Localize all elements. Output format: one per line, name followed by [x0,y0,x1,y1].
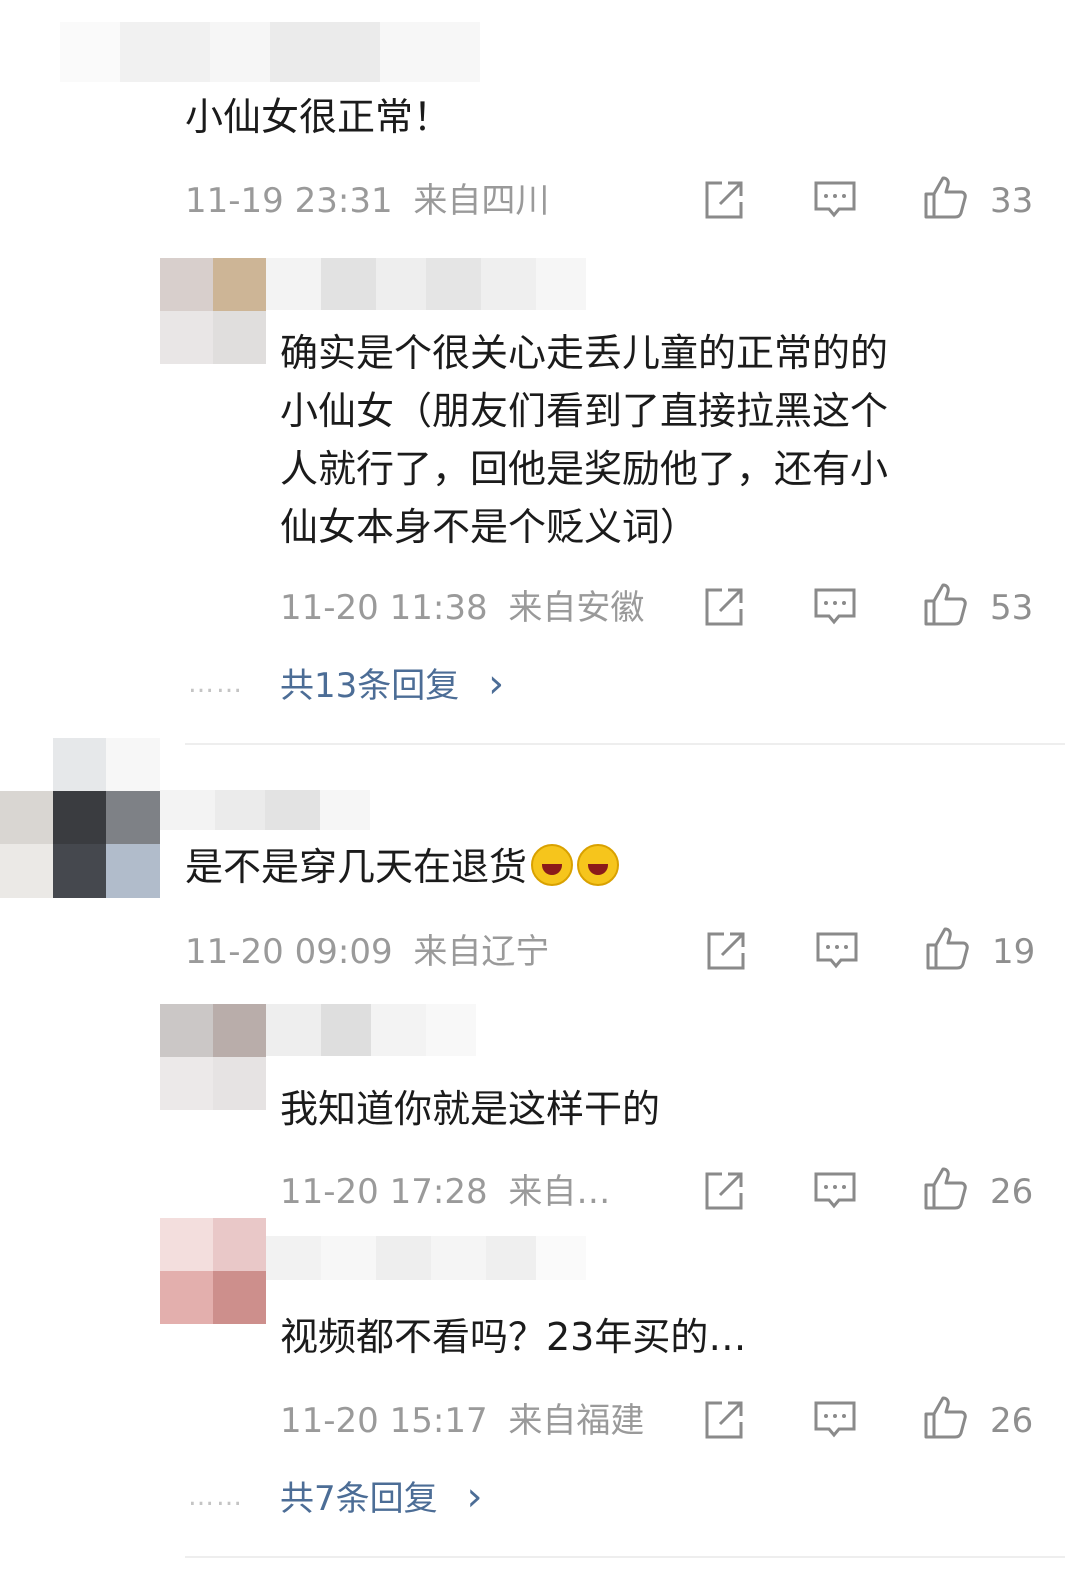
reply-text: 我知道你就是这样干的 [280,1087,661,1131]
like-icon[interactable] [922,175,968,221]
reply-location: 来自福建 [508,1401,645,1441]
more-dots: …… [188,1482,244,1512]
like-count: 19 [992,932,1036,972]
like-count: 53 [990,588,1034,628]
chevron-right-icon: › [466,1474,483,1520]
like-count: 33 [990,181,1034,221]
reply-text-line: 人就行了，回他是奖励他了，还有小 [280,447,889,491]
more-replies-link[interactable]: 共13条回复 › [280,664,504,706]
username-blurred [160,790,370,830]
avatar [160,1004,266,1110]
comment-meta: 11-20 09:09 来自辽宁 [185,932,549,972]
avatar [0,738,160,898]
share-icon[interactable] [700,584,746,630]
comment-date: 11-20 09:09 [185,932,393,972]
more-replies-label: 共7条回复 [280,1479,438,1519]
reply-meta: 11-20 15:17 来自福建 [280,1401,644,1441]
reply-meta: 11-20 11:38 来自安徽 [280,588,644,628]
like-count: 26 [990,1401,1034,1441]
like-icon[interactable] [924,926,970,972]
like-count: 26 [990,1172,1034,1212]
divider [185,743,1065,745]
comment-icon[interactable] [812,584,858,630]
reply-location: 来自安徽 [508,588,645,628]
reply-date: 11-20 15:17 [280,1401,488,1441]
comment-text: 是不是穿几天在退货 [185,838,620,896]
comment-text-body: 是不是穿几天在退货 [185,845,528,889]
comment-location: 来自四川 [413,181,550,221]
avatar [160,258,266,364]
share-icon[interactable] [700,177,746,223]
laughing-emoji-icon [577,844,620,886]
like-icon[interactable] [922,1395,968,1441]
divider [185,1556,1065,1558]
share-icon[interactable] [700,1168,746,1214]
reply-date: 11-20 11:38 [280,588,488,628]
reply-text-line: 仙女本身不是个贬义词） [280,505,699,549]
comment-date: 11-19 23:31 [185,181,393,221]
comment-location: 来自辽宁 [413,932,550,972]
comment-icon[interactable] [814,928,860,974]
username-blurred [60,22,480,82]
share-icon[interactable] [700,1397,746,1443]
chevron-right-icon: › [488,661,505,707]
comment-icon[interactable] [812,1397,858,1443]
reply-meta: 11-20 17:28 来自… [280,1172,610,1212]
username-blurred [266,258,586,310]
reply-text-line: 小仙女（朋友们看到了直接拉黑这个 [280,389,889,433]
avatar [160,1218,266,1324]
share-icon[interactable] [702,928,748,974]
reply-date: 11-20 17:28 [280,1172,488,1212]
comment-icon[interactable] [812,177,858,223]
reply-text-line: 确实是个很关心走丢儿童的正常的的 [280,331,889,375]
laughing-emoji-icon [531,844,574,886]
like-icon[interactable] [922,582,968,628]
more-dots: …… [188,669,244,699]
like-icon[interactable] [922,1166,968,1212]
more-replies-link[interactable]: 共7条回复 › [280,1477,482,1519]
comment-text: 小仙女很正常！ [185,95,452,139]
username-blurred [266,1236,586,1280]
reply-text: 视频都不看吗？23年买的… [280,1315,747,1359]
reply-location: 来自… [508,1172,611,1212]
comment-icon[interactable] [812,1168,858,1214]
more-replies-label: 共13条回复 [280,666,460,706]
username-blurred [266,1004,476,1056]
comment-meta: 11-19 23:31 来自四川 [185,181,549,221]
